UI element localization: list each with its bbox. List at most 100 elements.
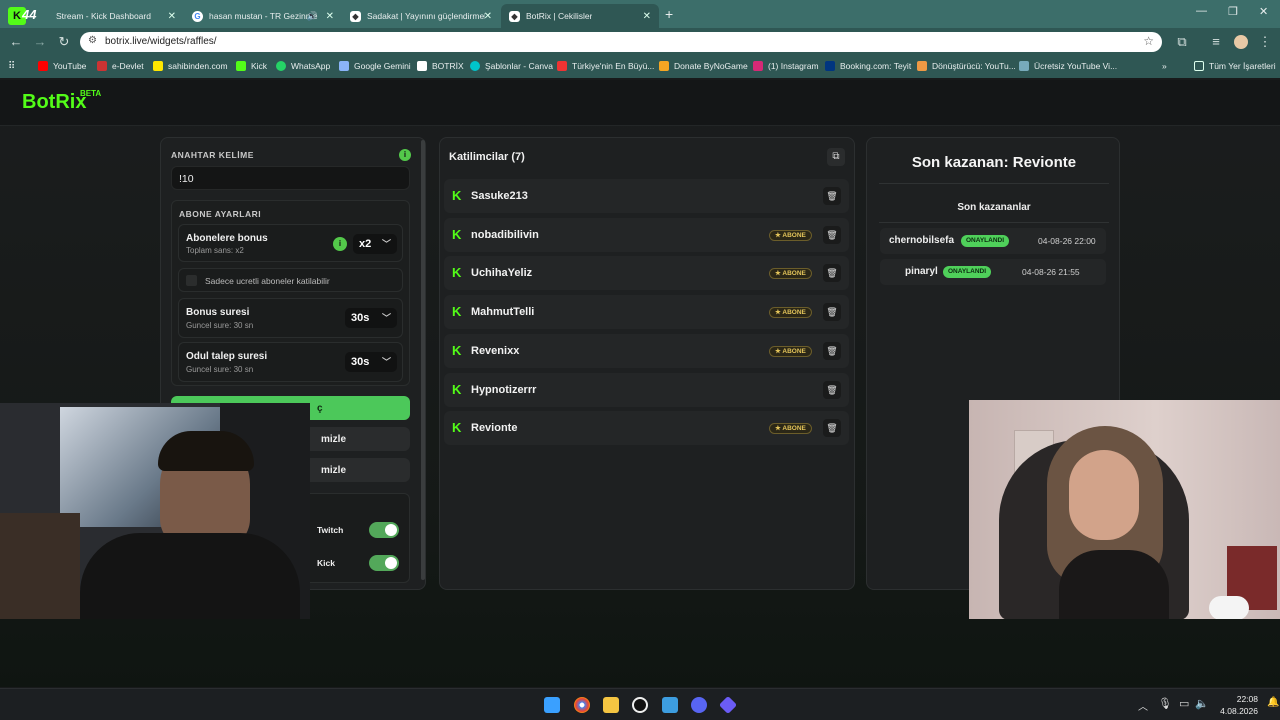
reload-icon[interactable]: ↻ [56,34,72,50]
delete-icon[interactable]: 🗑 [823,187,841,205]
bookmark-kick[interactable]: Kick [236,61,267,71]
tab-botrix-raffles[interactable]: ◆ BotRix | Cekilisler ✕ [501,4,659,28]
bookmark-youtube[interactable]: YouTube [38,61,86,71]
close-icon[interactable]: ✕ [168,11,176,22]
bookmark-sahibinden[interactable]: sahibinden.com [153,61,228,71]
site-info-icon[interactable]: ⚙ [88,35,97,46]
network-icon[interactable]: ▭ [1179,697,1189,710]
bonus-multiplier-select[interactable]: x2 ﹀ [353,234,397,254]
bookmark-free-youtube[interactable]: Ücretsiz YouTube Vi... [1019,61,1117,71]
more-bookmarks-icon[interactable]: » [1162,61,1167,71]
clock-time[interactable]: 22:08 [1218,694,1258,704]
info-icon[interactable]: i [399,149,411,161]
bonus-desc: Toplam sans: x2 [186,246,244,255]
copy-icon[interactable]: ⧉ [827,148,845,166]
settings-scrollbar[interactable] [421,140,425,580]
bookmark-star-icon[interactable]: ☆ [1143,34,1154,48]
bookmark-gemini[interactable]: Google Gemini [339,61,411,71]
clock-date[interactable]: 4.08.2026 [1208,706,1258,716]
bonus-time-title: Bonus suresi [186,307,250,318]
forward-icon[interactable]: → [32,34,48,50]
claim-time-row: Odul talep suresi Guncel sure: 30 sn 30s… [178,342,403,382]
claim-time-select[interactable]: 30s ﹀ [345,352,397,372]
subscriber-badge: ★ ABONE [769,268,812,280]
obs-icon[interactable] [632,697,648,713]
kick-icon [236,61,246,71]
close-icon[interactable]: ✕ [643,11,651,22]
participant-name: Sasuke213 [471,190,528,202]
streamlabs-icon[interactable] [662,697,678,713]
back-icon[interactable]: ← [8,34,24,50]
claim-time-title: Odul talep suresi [186,351,268,362]
info-icon[interactable]: i [333,237,347,251]
maximize-icon[interactable]: ❐ [1228,5,1238,18]
keyword-input[interactable]: !10 [171,166,410,190]
notifications-icon[interactable]: 🔔 [1267,697,1279,708]
delete-icon[interactable]: 🗑 [823,264,841,283]
bookmark-canva[interactable]: Şablonlar - Canva [470,61,553,71]
bookmark-converter[interactable]: Dönüştürücü: YouTu... [917,61,1016,71]
microphone-icon[interactable]: 🎙 [1158,697,1172,710]
windows-start-icon[interactable] [544,697,560,713]
delete-icon[interactable]: 🗑 [823,380,841,399]
bookmark-botrix[interactable]: BOTRİX [417,61,464,71]
delete-icon[interactable]: 🗑 [823,419,841,438]
delete-icon[interactable]: 🗑 [823,225,841,244]
paid-only-checkbox[interactable] [186,275,197,286]
tab-search[interactable]: G hasan mustan - TR Gezinme 🔊 ✕ [184,4,342,28]
chrome-icon[interactable] [574,697,590,713]
volume-icon[interactable]: 🔈 [1195,697,1209,710]
extensions-icon[interactable]: ⧉ [1174,34,1190,50]
botrix-icon: ◆ [350,10,361,22]
bonus-time-select[interactable]: 30s ﹀ [345,308,397,328]
participant-name: Hypnotizerrr [471,383,537,396]
google-icon: G [192,10,203,22]
bookmark-booking[interactable]: Booking.com: Teyit [825,61,911,71]
chevron-up-icon[interactable]: ︿ [1138,698,1148,713]
speaker-icon[interactable]: 🔊 [307,11,318,22]
kick-icon: K [452,304,462,320]
chevron-down-icon: ﹀ [381,313,391,323]
bookmark-icon [1019,61,1029,71]
app-header: BotRix BETA [0,80,1280,126]
bookmark-whatsapp[interactable]: WhatsApp [276,61,330,71]
paid-only-row[interactable]: Sadece ucretli aboneler katilabilir [178,268,403,292]
subscriber-section-label: ABONE AYARLARI [179,209,262,219]
menu-icon[interactable]: ⋮ [1257,34,1273,50]
new-tab-icon[interactable]: + [665,6,673,22]
kick-label: Kick [317,558,335,568]
close-icon[interactable]: ✕ [484,11,492,22]
bonus-time-row: Bonus suresi Guncel sure: 30 sn 30s ﹀ [178,298,403,338]
minimize-icon[interactable]: — [1196,5,1207,17]
bookmark-bynogame[interactable]: Donate ByNoGame [659,61,748,71]
file-explorer-icon[interactable] [603,697,619,713]
close-icon[interactable]: ✕ [326,11,334,22]
app-icon[interactable] [718,695,738,715]
all-bookmarks[interactable]: Tüm Yer İşaretleri [1194,61,1276,71]
twitch-label: Twitch [317,525,344,535]
tab-search-icon[interactable]: ≡ [1208,34,1224,50]
winner-row: pinaryl ONAYLANDI 04-08-26 21:55 [880,259,1106,285]
close-window-icon[interactable]: ✕ [1259,5,1268,18]
bonus-time-desc: Guncel sure: 30 sn [186,321,254,330]
bookmark-edevlet[interactable]: e-Devlet [97,61,144,71]
participant-row: K Hypnotizerrr 🗑 [444,372,849,407]
tab-kick-dashboard[interactable]: K 44 Stream - Kick Dashboard ✕ [0,4,184,28]
last-winner-title: Son kazanan: Revionte [911,154,1077,171]
instagram-icon [753,61,763,71]
botrix-logo[interactable]: BotRix [22,91,86,114]
delete-icon[interactable]: 🗑 [823,341,841,360]
twitch-toggle[interactable] [369,522,399,538]
url-input[interactable]: ⚙ botrix.live/widgets/raffles/ ☆ [80,32,1162,52]
recent-winners-header: Son kazananlar [957,202,1031,213]
delete-icon[interactable]: 🗑 [823,303,841,322]
whatsapp-icon [276,61,286,71]
apps-icon[interactable]: ⠿ [8,61,15,72]
discord-icon[interactable] [691,697,707,713]
tab-sadakat[interactable]: ◆ Sadakat | Yayınını güçlendirmek ✕ [342,4,500,28]
profile-avatar[interactable] [1234,35,1248,49]
notification-badge: 44 [22,7,37,22]
kick-toggle[interactable] [369,555,399,571]
bookmark-turkiye[interactable]: Türkiye'nin En Büyü... [557,61,654,71]
bookmark-instagram[interactable]: (1) Instagram [753,61,819,71]
